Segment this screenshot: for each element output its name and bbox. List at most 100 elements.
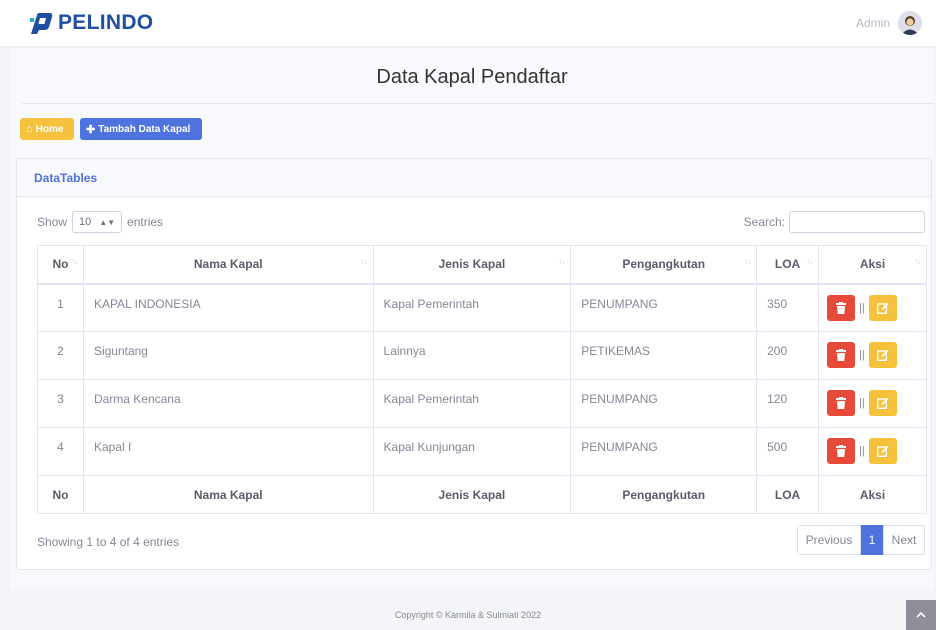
scroll-to-top-button[interactable] <box>906 600 936 630</box>
table-info: Showing 1 to 4 of 4 entries <box>37 535 180 549</box>
footer-header-loa: LOA <box>756 475 820 514</box>
column-header-jenis-kapal[interactable]: Jenis Kapal ↑↓ <box>372 245 572 285</box>
action-separator: || <box>859 301 865 314</box>
action-separator: || <box>859 349 865 361</box>
cell-loa: 120 <box>756 379 820 428</box>
cell-nama-kapal: Darma Kencana <box>82 379 374 428</box>
add-ship-button-label: Tambah Data Kapal <box>98 123 191 135</box>
sort-icon: ↑↓ <box>558 257 565 266</box>
delete-button[interactable] <box>827 342 856 368</box>
brand-name: PELINDO <box>58 11 154 34</box>
table-row: 2 Siguntang Lainnya PETIKEMAS 200 || <box>37 331 927 380</box>
table-header-row: No ↑↓ Nama Kapal ↑↓ Jenis Kapal ↑↓ Pengangk… <box>37 245 927 285</box>
card-title: DataTables <box>34 170 98 185</box>
column-header-nama-kapal[interactable]: Nama Kapal ↑↓ <box>82 245 374 285</box>
next-page-button[interactable]: Next <box>883 525 925 555</box>
cell-loa: 500 <box>756 427 820 476</box>
trash-icon <box>836 445 847 457</box>
sort-icon: ↑↓ <box>360 257 368 266</box>
cell-nama-kapal: Siguntang <box>82 331 374 380</box>
table-row: 4 Kapal I Kapal Kunjungan PENUMPANG 500 … <box>37 427 927 476</box>
sort-icon: ↑↓ <box>70 257 78 266</box>
cell-pengangkutan: PENUMPANG <box>570 379 758 428</box>
footer-header-jenis-kapal: Jenis Kapal <box>372 475 572 514</box>
cell-aksi: || <box>818 283 927 332</box>
home-button[interactable]: ⌂ Home <box>20 118 74 140</box>
home-button-label: Home <box>35 123 64 135</box>
trash-icon <box>836 397 847 409</box>
edit-button[interactable] <box>868 390 897 416</box>
cell-loa: 200 <box>756 331 820 380</box>
ships-table: No ↑↓ Nama Kapal ↑↓ Jenis Kapal ↑↓ Pengangk… <box>37 245 927 514</box>
column-header-no[interactable]: No ↑↓ <box>37 245 84 285</box>
cell-pengangkutan: PENUMPANG <box>570 427 758 476</box>
column-header-pengangkutan[interactable]: Pengangkutan ↑↓ <box>570 245 758 285</box>
plus-icon: ✚ <box>86 123 96 136</box>
cell-jenis-kapal: Kapal Pemerintah <box>372 283 572 332</box>
card-header: DataTables <box>17 159 931 197</box>
show-label: Show <box>37 215 68 229</box>
select-arrows-icon: ▲▼ <box>99 217 116 227</box>
trash-icon <box>836 301 847 314</box>
search-input[interactable] <box>789 211 925 233</box>
search-label: Search: <box>743 215 785 229</box>
previous-page-button[interactable]: Previous <box>797 525 861 555</box>
entries-select[interactable]: 10 ▲▼ <box>72 211 123 233</box>
cell-jenis-kapal: Kapal Pemerintah <box>372 379 572 428</box>
cell-no: 4 <box>37 427 84 476</box>
sort-icon: ↑↓ <box>744 257 751 266</box>
sort-icon: ↑↓ <box>806 257 813 266</box>
cell-no: 1 <box>37 283 84 332</box>
cell-pengangkutan: PENUMPANG <box>570 283 758 332</box>
main-panel: Data Kapal Pendaftar ⌂ Home ✚ Tambah Dat… <box>10 48 934 590</box>
edit-button[interactable] <box>868 438 897 464</box>
delete-button[interactable] <box>827 294 856 321</box>
sort-icon: ↑↓ <box>914 257 921 266</box>
pagination: Previous 1 Next <box>797 525 925 555</box>
column-header-aksi[interactable]: Aksi ↑↓ <box>818 245 927 285</box>
datatable-card: DataTables Show 10 ▲▼ entries Search: No… <box>16 158 932 570</box>
cell-no: 3 <box>37 379 84 428</box>
cell-nama-kapal: Kapal I <box>82 427 374 476</box>
user-name: Admin <box>855 16 890 30</box>
brand-logo[interactable]: PELINDO <box>28 9 153 37</box>
cell-jenis-kapal: Lainnya <box>372 331 572 380</box>
edit-button[interactable] <box>868 342 897 368</box>
page-title: Data Kapal Pendaftar <box>376 66 568 88</box>
chevron-up-icon <box>916 612 926 618</box>
delete-button[interactable] <box>827 438 856 464</box>
delete-button[interactable] <box>827 390 856 416</box>
footer-header-aksi: Aksi <box>818 475 927 514</box>
trash-icon <box>836 349 847 361</box>
footer-copyright: Copyright © Karmila & Sulmiati 2022 <box>394 610 542 620</box>
edit-icon <box>876 349 889 361</box>
entries-label: entries <box>127 215 164 229</box>
pelindo-logo-icon <box>30 13 53 34</box>
action-separator: || <box>859 397 865 409</box>
cell-no: 2 <box>37 331 84 380</box>
edit-icon <box>876 302 889 314</box>
footer-header-nama-kapal: Nama Kapal <box>82 475 374 514</box>
footer-header-no: No <box>37 475 84 514</box>
entries-select-value: 10 <box>79 216 92 228</box>
table-row: 3 Darma Kencana Kapal Pemerintah PENUMPA… <box>37 379 927 428</box>
cell-pengangkutan: PETIKEMAS <box>570 331 758 380</box>
edit-button[interactable] <box>868 294 897 321</box>
column-header-loa[interactable]: LOA ↑↓ <box>756 245 820 285</box>
cell-aksi: || <box>818 331 927 380</box>
title-divider <box>22 103 934 104</box>
action-separator: || <box>859 445 865 457</box>
cell-aksi: || <box>818 379 927 428</box>
edit-icon <box>876 445 889 457</box>
user-menu[interactable]: Admin <box>856 10 922 36</box>
edit-icon <box>876 397 889 409</box>
home-icon: ⌂ <box>26 123 33 135</box>
entries-length-control: Show 10 ▲▼ entries <box>37 211 163 233</box>
search-control: Search: <box>744 211 925 233</box>
table-row: 1 KAPAL INDONESIA Kapal Pemerintah PENUM… <box>37 283 927 332</box>
user-avatar-icon <box>898 11 922 35</box>
add-ship-button[interactable]: ✚ Tambah Data Kapal <box>80 118 202 140</box>
cell-jenis-kapal: Kapal Kunjungan <box>372 427 572 476</box>
page-1-button[interactable]: 1 <box>861 525 883 555</box>
cell-aksi: || <box>818 427 927 476</box>
